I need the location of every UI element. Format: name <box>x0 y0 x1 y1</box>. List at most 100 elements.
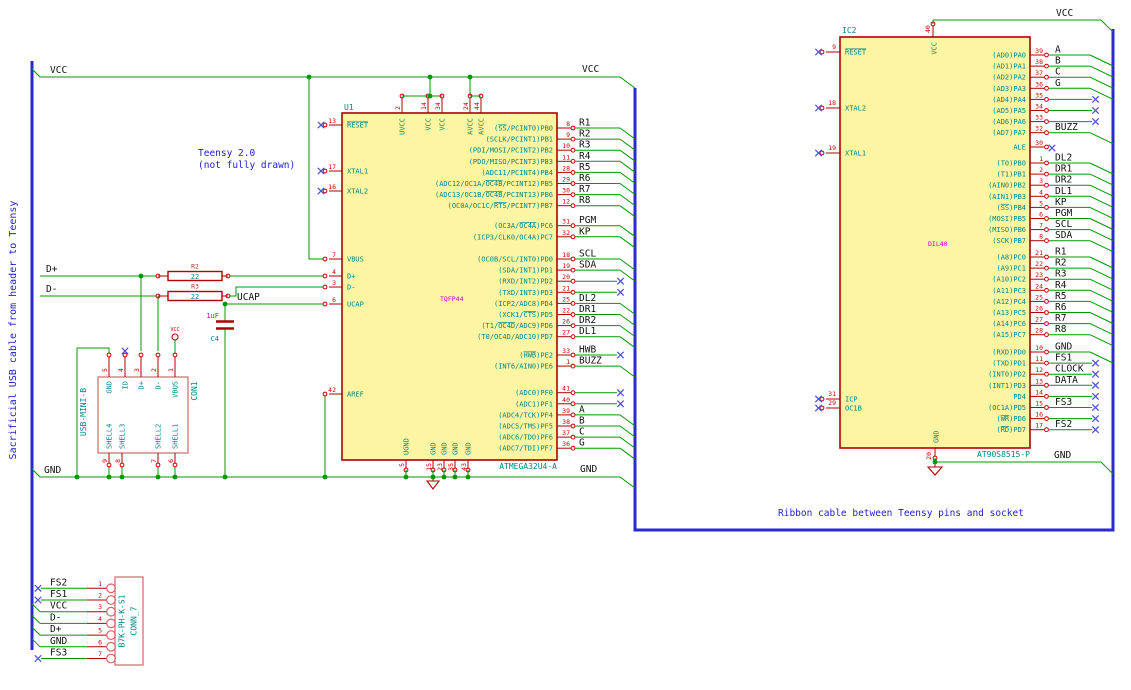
r3-value[interactable]: 22 <box>191 293 199 301</box>
net-label[interactable]: SDA <box>1055 230 1072 241</box>
bus-entry[interactable] <box>619 225 636 238</box>
bus-entry[interactable] <box>619 336 636 349</box>
bus-entry[interactable] <box>1089 312 1114 324</box>
net-label[interactable]: C <box>579 427 585 438</box>
bus-entry[interactable] <box>619 258 636 271</box>
net-label[interactable]: BUZZ <box>579 356 602 367</box>
net-label-dplus[interactable]: D+ <box>46 264 58 275</box>
ic2-reference[interactable]: IC2 <box>842 26 857 35</box>
net-label-vcc-mid[interactable]: VCC <box>582 64 599 75</box>
net-label[interactable]: R8 <box>1055 324 1067 335</box>
bus-entry[interactable] <box>1089 334 1114 347</box>
net-label[interactable]: BUZZ <box>1055 122 1078 133</box>
net-label-gnd-right[interactable]: GND <box>1054 450 1071 461</box>
c4-capacitor[interactable] <box>216 320 234 330</box>
net-label[interactable]: DR2 <box>579 315 596 326</box>
net-label[interactable]: G <box>579 438 585 449</box>
r2-reference[interactable]: R2 <box>191 263 199 271</box>
bus-entry[interactable] <box>1089 278 1114 291</box>
net-label-gnd-mid[interactable]: GND <box>580 464 597 475</box>
u1-value[interactable]: ATMEGA32U4-A <box>499 462 557 471</box>
net-label[interactable]: GND <box>50 636 67 647</box>
bus-entry[interactable] <box>1089 323 1114 336</box>
net-label[interactable]: FS1 <box>50 589 67 600</box>
net-label[interactable]: R8 <box>579 195 591 206</box>
net-label[interactable]: SCL <box>579 249 596 260</box>
net-label[interactable]: DATA <box>1055 375 1078 386</box>
bus-entry[interactable] <box>619 436 636 449</box>
net-label[interactable]: R4 <box>1055 280 1067 291</box>
net-label[interactable]: B <box>1055 56 1061 67</box>
bus-entry[interactable] <box>1089 218 1114 230</box>
net-label[interactable]: D+ <box>50 624 62 635</box>
net-label-dminus[interactable]: D- <box>46 284 57 295</box>
net-label[interactable]: C <box>1055 67 1061 78</box>
bus-entry[interactable] <box>1089 267 1114 280</box>
u1-footprint[interactable]: TQFP44 <box>440 295 464 303</box>
net-label[interactable]: FS2 <box>50 577 67 588</box>
net-label[interactable]: R1 <box>1055 247 1067 258</box>
net-label[interactable]: DL1 <box>1055 186 1072 197</box>
net-label[interactable]: SDA <box>579 260 596 271</box>
net-label[interactable]: R7 <box>1055 313 1066 324</box>
bus-entry[interactable] <box>1089 206 1114 219</box>
c4-reference[interactable]: C4 <box>211 335 219 343</box>
bus-entry[interactable] <box>1100 461 1114 475</box>
bus-entry[interactable] <box>1089 195 1114 208</box>
net-label[interactable]: CLOCK <box>1055 364 1084 375</box>
bus-entry[interactable] <box>619 414 636 427</box>
bus-entry[interactable] <box>619 127 636 140</box>
bus-entry[interactable] <box>1089 300 1114 313</box>
bus-entry[interactable] <box>1089 65 1114 78</box>
net-label[interactable]: R5 <box>579 162 590 173</box>
net-label[interactable]: R3 <box>1055 269 1066 280</box>
conn7-reference[interactable]: CONN_7 <box>130 606 139 635</box>
net-label[interactable]: R6 <box>579 173 591 184</box>
net-label[interactable]: R4 <box>579 151 591 162</box>
bus-entry[interactable] <box>619 171 636 184</box>
net-label[interactable]: R6 <box>1055 302 1067 313</box>
net-label[interactable]: R5 <box>1055 291 1066 302</box>
net-label-vcc-topright[interactable]: VCC <box>1056 8 1073 19</box>
bus-entry[interactable] <box>619 194 636 207</box>
net-label[interactable]: PGM <box>579 215 596 226</box>
ic2-footprint[interactable]: DIL40 <box>928 240 948 248</box>
conn7-value[interactable]: B7K-PH-K-S1 <box>118 594 127 647</box>
net-label[interactable]: FS3 <box>50 648 67 659</box>
bus-entry[interactable] <box>619 314 636 326</box>
net-label[interactable]: B <box>579 416 585 427</box>
net-label[interactable]: R7 <box>579 184 590 195</box>
ic2-value[interactable]: AT90S8515-P <box>977 450 1030 459</box>
bus-entry[interactable] <box>619 138 636 151</box>
bus-entry[interactable] <box>619 205 636 218</box>
net-label[interactable]: R2 <box>579 129 590 140</box>
net-label-vcc-left[interactable]: VCC <box>50 65 67 76</box>
bus-entry[interactable] <box>619 325 636 338</box>
net-label[interactable]: R1 <box>579 118 591 129</box>
net-label[interactable]: A <box>1055 45 1061 56</box>
bus-entry[interactable] <box>1089 162 1114 175</box>
net-label[interactable]: DR1 <box>579 304 596 315</box>
net-label[interactable]: DR2 <box>1055 175 1072 186</box>
net-label[interactable]: R3 <box>579 140 590 151</box>
net-label[interactable]: DL2 <box>579 293 596 304</box>
bus-entry[interactable] <box>619 183 636 195</box>
net-label[interactable]: GND <box>1055 342 1072 353</box>
bus-entry[interactable] <box>1089 240 1114 253</box>
net-label[interactable]: DR1 <box>1055 164 1072 175</box>
net-label[interactable]: FS2 <box>1055 419 1072 430</box>
net-label[interactable]: HWB <box>579 345 596 356</box>
net-label-gnd-left[interactable]: GND <box>44 465 61 476</box>
bus-entry[interactable] <box>619 447 636 460</box>
net-label-ucap[interactable]: UCAP <box>237 292 260 303</box>
bus-entry[interactable] <box>1100 19 1114 33</box>
bus-entry[interactable] <box>1089 256 1114 269</box>
net-label[interactable]: G <box>1055 78 1061 89</box>
net-label[interactable]: A <box>579 404 585 415</box>
net-label[interactable]: DL1 <box>579 326 596 337</box>
bus-entry[interactable] <box>1089 289 1114 302</box>
net-label[interactable]: FS1 <box>1055 353 1072 364</box>
bus-entry[interactable] <box>619 425 636 438</box>
bus-entry[interactable] <box>1089 132 1114 145</box>
bus-entry[interactable] <box>1089 173 1114 186</box>
